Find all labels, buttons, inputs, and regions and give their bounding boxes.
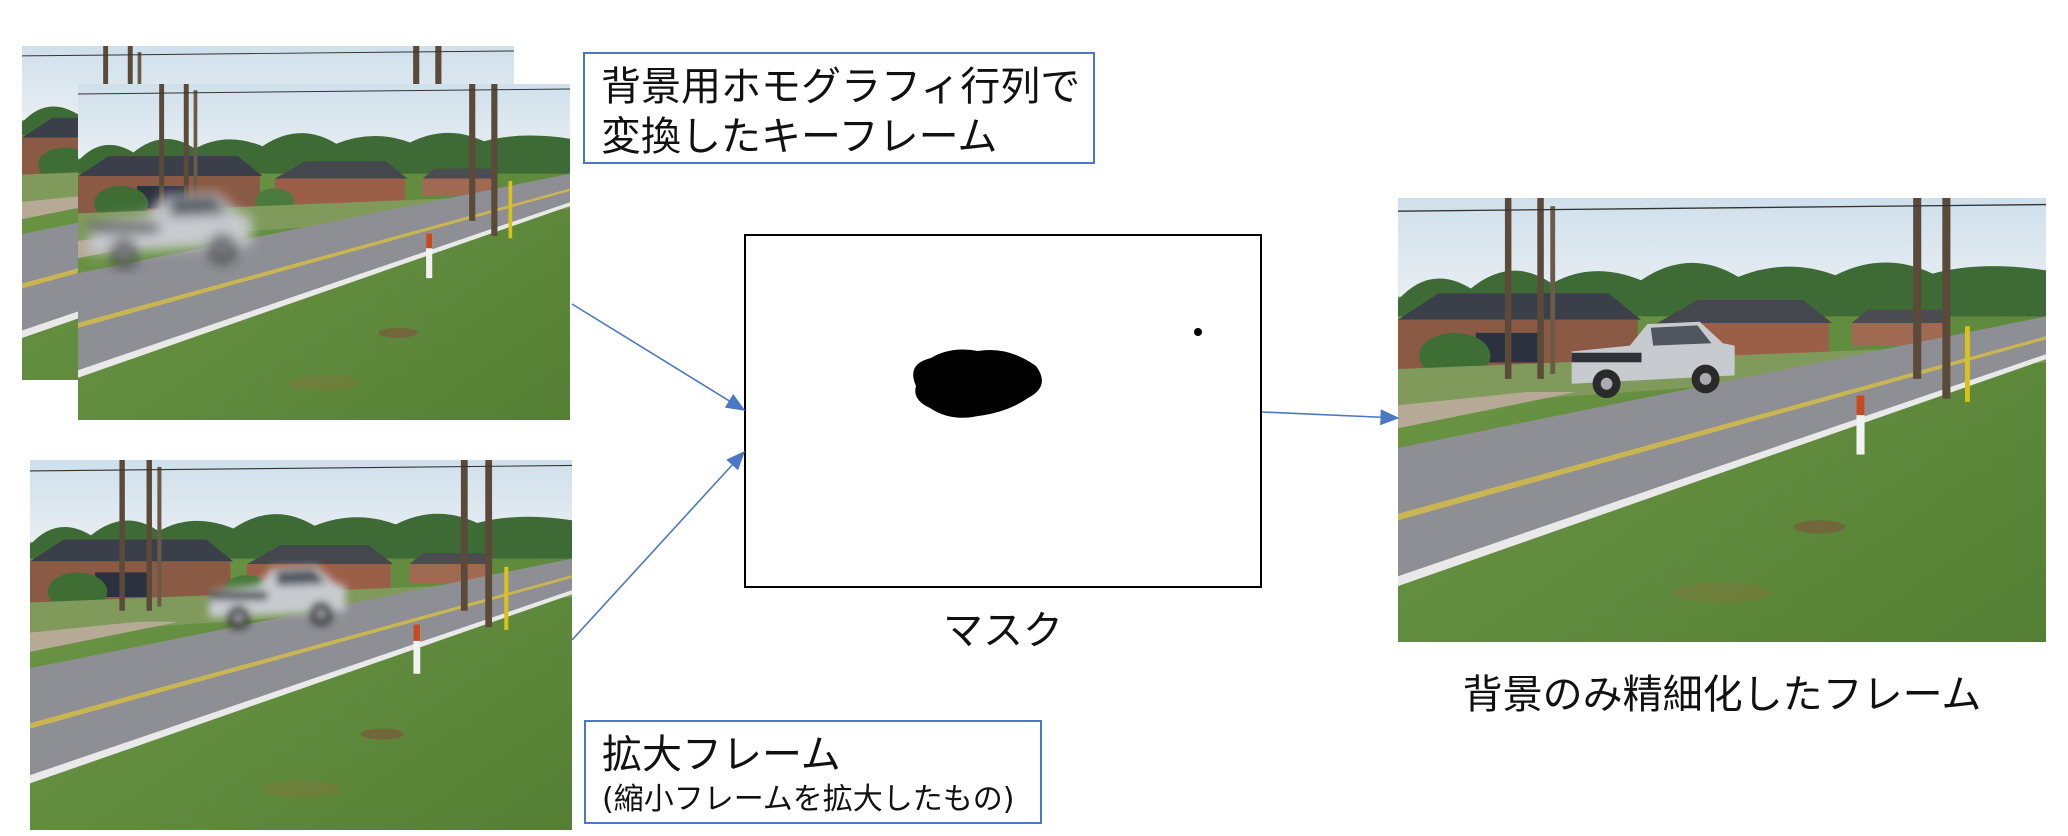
arrow-upscaled-to-mask (571, 450, 746, 641)
arrow-mask-to-output (1261, 409, 1400, 426)
arrow-keyframe-to-mask (571, 303, 746, 411)
flow-arrows (571, 303, 1400, 641)
